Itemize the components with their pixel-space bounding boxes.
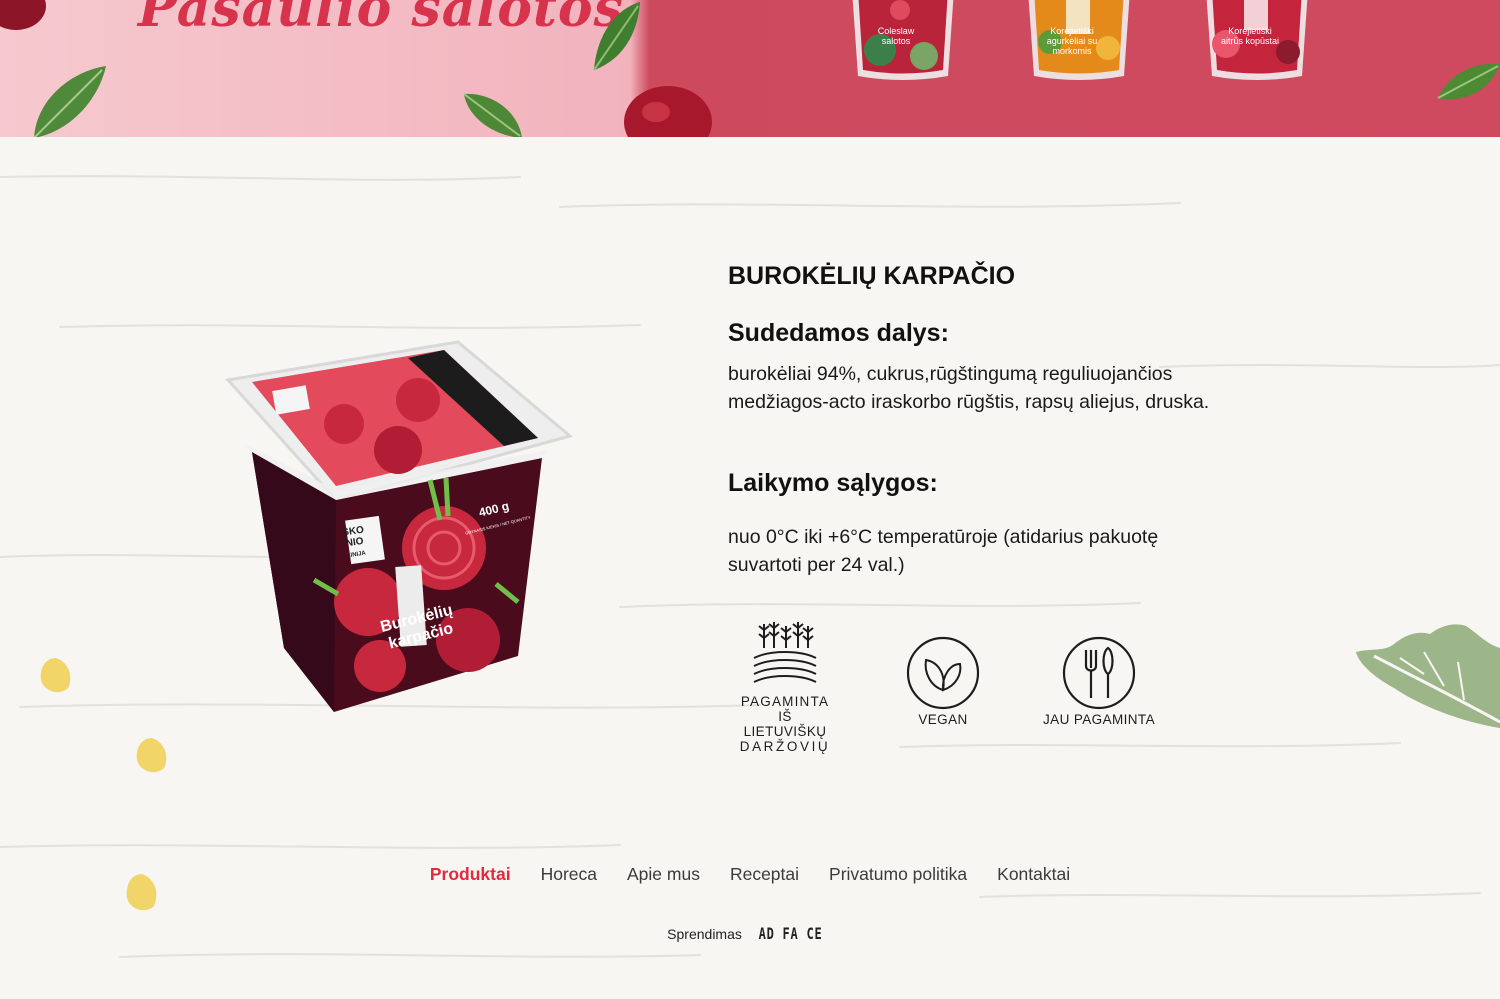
product-pack-thumbnail[interactable]: Korėjietiški agurkėliai su morkomis xyxy=(1020,0,1138,82)
beet-leaf-icon xyxy=(593,2,640,71)
beet-leaf-icon xyxy=(1437,63,1500,100)
hero-title: Pasaulio salotos xyxy=(138,0,624,39)
badge-label-line: IŠ LIETUVIŠKŲ xyxy=(743,709,827,739)
nav-link-produktai[interactable]: Produktai xyxy=(430,864,511,885)
product-image: SKO NIO LINIJA Burokėlių karpačio 400 g GRYN… xyxy=(218,340,578,720)
beet-leaf-icon xyxy=(463,93,522,137)
nav-link-kontaktai[interactable]: Kontaktai xyxy=(997,864,1070,885)
product-pack-thumbnail[interactable]: Korėjietiški aitrūs kopūstai xyxy=(1198,0,1316,82)
ingredients-text: burokėliai 94%, cukrus,rūgštingumą regul… xyxy=(728,363,1210,413)
product-pack-thumbnail[interactable]: Coleslaw salotos xyxy=(844,0,962,82)
ingredients-heading: Sudedamos dalys: xyxy=(728,319,949,347)
pack-label: Coleslaw salotos xyxy=(877,26,915,46)
badge-lithuanian-vegetables: PAGAMINTA IŠ LIETUVIŠKŲ DARŽOVIŲ xyxy=(738,618,832,754)
seed-icon xyxy=(40,658,71,693)
badge-label-line: DARŽOVIŲ xyxy=(739,739,831,754)
cutlery-icon xyxy=(1062,636,1136,710)
storage-heading: Laikymo sąlygos: xyxy=(728,469,938,497)
lettuce-leaf-icon xyxy=(1356,624,1500,728)
badge-label-line: JAU PAGAMINTA xyxy=(1043,712,1155,727)
beet-icon xyxy=(624,86,712,137)
leaf-icon xyxy=(906,636,980,710)
hero-banner: Pasaulio salotos Coleslaw salotos Korėji… xyxy=(0,0,1500,137)
credit-brand-link[interactable]: AD FA CE xyxy=(758,924,822,943)
beet-leaf-icon xyxy=(33,66,106,137)
nav-link-receptai[interactable]: Receptai xyxy=(730,864,799,885)
badge-label-line: PAGAMINTA xyxy=(740,694,830,709)
pack-label: Korėjietiški aitrūs kopūstai xyxy=(1220,26,1280,46)
nav-link-horeca[interactable]: Horeca xyxy=(541,864,597,885)
storage-text: nuo 0°C iki +6°C temperatūroje (atidariu… xyxy=(728,526,1159,576)
product-tub-icon xyxy=(225,340,574,712)
beet-icon xyxy=(0,0,46,30)
footer-nav: Produktai Horeca Apie mus Receptai Priva… xyxy=(0,864,1500,885)
pack-label: Korėjietiški agurkėliai su morkomis xyxy=(1046,26,1098,56)
badge-label-line: VEGAN xyxy=(918,712,968,727)
seed-icon xyxy=(136,738,167,773)
nav-link-privatumo-politika[interactable]: Privatumo politika xyxy=(829,864,967,885)
field-crops-icon xyxy=(753,622,817,683)
tub-brand: SKO NIO LINIJA xyxy=(341,524,367,560)
credit-prefix: Sprendimas xyxy=(667,926,742,942)
badge-vegan: VEGAN xyxy=(898,618,988,727)
badge-ready-made: JAU PAGAMINTA xyxy=(1038,618,1160,727)
product-title: BUROKĖLIŲ KARPAČIO xyxy=(728,262,1016,290)
footer-credit: Sprendimas AD FA CE xyxy=(0,924,1500,943)
nav-link-apie-mus[interactable]: Apie mus xyxy=(627,864,700,885)
